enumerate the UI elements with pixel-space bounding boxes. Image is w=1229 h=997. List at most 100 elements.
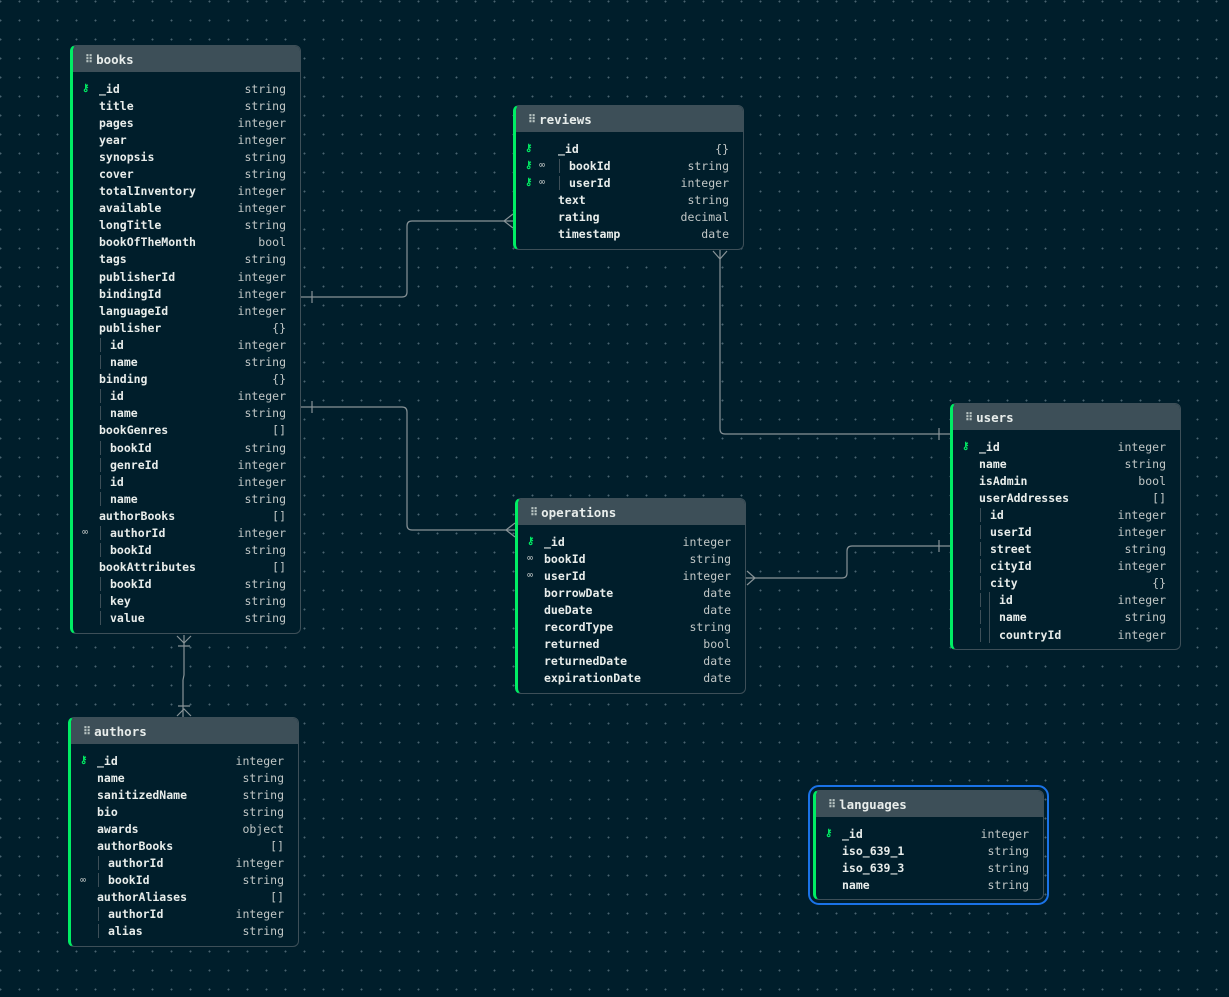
table-reviews[interactable]: ⠿ reviews ⚷ _id{} ⚷ ∞ bookId string ⚷ ∞ userId inte…	[513, 105, 744, 250]
field-row[interactable]: ⚷ _id integer	[71, 752, 298, 769]
field-row[interactable]: bookId string	[73, 542, 300, 559]
field-row[interactable]: ⚷ ∞ bookId string	[516, 157, 743, 174]
edge-operations-users-many-marker	[746, 570, 756, 586]
field-row[interactable]: awards object	[71, 820, 298, 837]
edge-books-reviews	[301, 220, 513, 298]
field-row[interactable]: returnedDate date	[518, 653, 745, 670]
field-row[interactable]: available integer	[73, 200, 300, 217]
field-row[interactable]: expirationDate date	[518, 670, 745, 687]
field-row[interactable]: ∞ bookId string	[71, 872, 298, 889]
field-row[interactable]: ⚷ _id string	[73, 80, 300, 97]
field-row[interactable]: publisherId integer	[73, 268, 300, 285]
field-row[interactable]: id integer	[73, 388, 300, 405]
field-row[interactable]: name string	[953, 608, 1180, 627]
field-row[interactable]: name string	[73, 354, 300, 371]
table-authors[interactable]: ⠿ authors ⚷ _id integer name string sanitizedNa…	[68, 717, 299, 948]
field-row[interactable]: userAddresses []	[953, 489, 1180, 506]
field-row[interactable]: id integer	[73, 473, 300, 490]
field-row[interactable]: dueDate date	[518, 601, 745, 618]
field-row[interactable]: key string	[73, 593, 300, 610]
field-row[interactable]: value string	[73, 610, 300, 627]
field-row[interactable]: tags string	[73, 251, 300, 268]
field-row[interactable]: synopsis string	[73, 148, 300, 165]
field-row[interactable]: pages integer	[73, 114, 300, 131]
field-row[interactable]: userId integer	[953, 523, 1180, 540]
field-row[interactable]: bookGenres []	[73, 422, 300, 439]
field-row[interactable]: cityId integer	[953, 558, 1180, 575]
field-row[interactable]: longTitle string	[73, 217, 300, 234]
field-row[interactable]: name string	[73, 405, 300, 422]
field-row[interactable]: authorId integer	[71, 906, 298, 923]
grip-icon[interactable]: ⠿	[828, 798, 836, 811]
field-row[interactable]: borrowDate date	[518, 584, 745, 601]
field-row[interactable]: bindingId integer	[73, 285, 300, 302]
table-header[interactable]: ⠿ reviews	[516, 106, 743, 132]
table-header[interactable]: ⠿ languages	[816, 791, 1043, 817]
field-row[interactable]: totalInventory integer	[73, 183, 300, 200]
field-row[interactable]: text string	[516, 191, 743, 208]
field-row[interactable]: id integer	[73, 336, 300, 353]
field-row[interactable]: bookAttributes []	[73, 559, 300, 576]
field-row[interactable]: ⚷ _id integer	[953, 438, 1180, 455]
field-type: decimal	[680, 209, 729, 224]
grip-icon[interactable]: ⠿	[85, 53, 93, 66]
field-row[interactable]: ∞ bookId string	[518, 550, 745, 567]
field-row[interactable]: ∞ authorId integer	[73, 524, 300, 541]
field-row[interactable]: name string	[71, 769, 298, 786]
table-operations[interactable]: ⠿ operations ⚷ _id integer ∞ bookId string ∞ user…	[515, 498, 746, 694]
field-row[interactable]: rating decimal	[516, 208, 743, 225]
field-row[interactable]: bio string	[71, 803, 298, 820]
grip-icon[interactable]: ⠿	[965, 411, 973, 424]
field-row[interactable]: timestamp date	[516, 225, 743, 242]
field-row[interactable]: isAdmin bool	[953, 472, 1180, 489]
field-row[interactable]: city{}	[953, 575, 1180, 592]
table-header[interactable]: ⠿ operations	[518, 499, 745, 525]
field-row[interactable]: bookId string	[73, 576, 300, 593]
field-row[interactable]: authorBooks []	[71, 837, 298, 854]
field-type: string	[1124, 610, 1166, 625]
table-header[interactable]: ⠿ books	[73, 46, 300, 72]
field-row[interactable]: ⚷ _id integer	[816, 825, 1043, 842]
field-row[interactable]: iso_639_3 string	[816, 859, 1043, 876]
field-row[interactable]: binding {}	[73, 371, 300, 388]
field-row[interactable]: name string	[953, 455, 1180, 472]
field-type: integer	[237, 337, 286, 352]
field-row[interactable]: title string	[73, 97, 300, 114]
table-header[interactable]: ⠿ authors	[71, 718, 298, 744]
field-row[interactable]: iso_639_1 string	[816, 842, 1043, 859]
field-row[interactable]: bookId string	[73, 439, 300, 456]
field-row[interactable]: ⚷ _id integer	[518, 533, 745, 550]
field-row[interactable]: id integer	[953, 506, 1180, 523]
grip-icon[interactable]: ⠿	[528, 113, 536, 126]
field-row[interactable]: bookOfTheMonth bool	[73, 234, 300, 251]
table-books[interactable]: ⠿ books ⚷ _id string title string pages integer y…	[70, 45, 301, 634]
field-name: bookAttributes	[99, 560, 196, 575]
field-row[interactable]: alias string	[71, 923, 298, 940]
field-row[interactable]: languageId integer	[73, 302, 300, 319]
field-row[interactable]: returned bool	[518, 636, 745, 653]
field-row[interactable]: publisher {}	[73, 319, 300, 336]
table-languages[interactable]: ⠿ languages ⚷ _id integer iso_639_1 string iso_…	[808, 784, 1049, 906]
table-header[interactable]: ⠿ users	[953, 404, 1180, 430]
table-users[interactable]: ⠿ users ⚷ _id integer name string isAdmin bool us…	[950, 403, 1181, 651]
field-row[interactable]: id integer	[953, 591, 1180, 609]
field-row[interactable]: countryId integer	[953, 626, 1180, 644]
field-row[interactable]: authorAliases []	[71, 889, 298, 906]
field-row[interactable]: ⚷ ∞ userId integer	[516, 174, 743, 191]
field-row[interactable]: genreId integer	[73, 456, 300, 473]
field-type: string	[987, 860, 1029, 875]
field-row[interactable]: street string	[953, 541, 1180, 558]
field-row[interactable]: authorBooks []	[73, 507, 300, 524]
field-row[interactable]: name string	[816, 876, 1043, 893]
field-row[interactable]: year integer	[73, 131, 300, 148]
field-row[interactable]: cover string	[73, 165, 300, 182]
grip-icon[interactable]: ⠿	[530, 506, 538, 519]
grip-icon[interactable]: ⠿	[83, 725, 91, 738]
field-type: {}	[1152, 576, 1166, 591]
field-row[interactable]: name string	[73, 490, 300, 507]
field-row[interactable]: sanitizedName string	[71, 786, 298, 803]
field-row[interactable]: authorId integer	[71, 855, 298, 872]
field-row[interactable]: ⚷ _id {}	[516, 140, 743, 157]
field-row[interactable]: ∞ userId integer	[518, 567, 745, 584]
field-row[interactable]: recordType string	[518, 618, 745, 635]
